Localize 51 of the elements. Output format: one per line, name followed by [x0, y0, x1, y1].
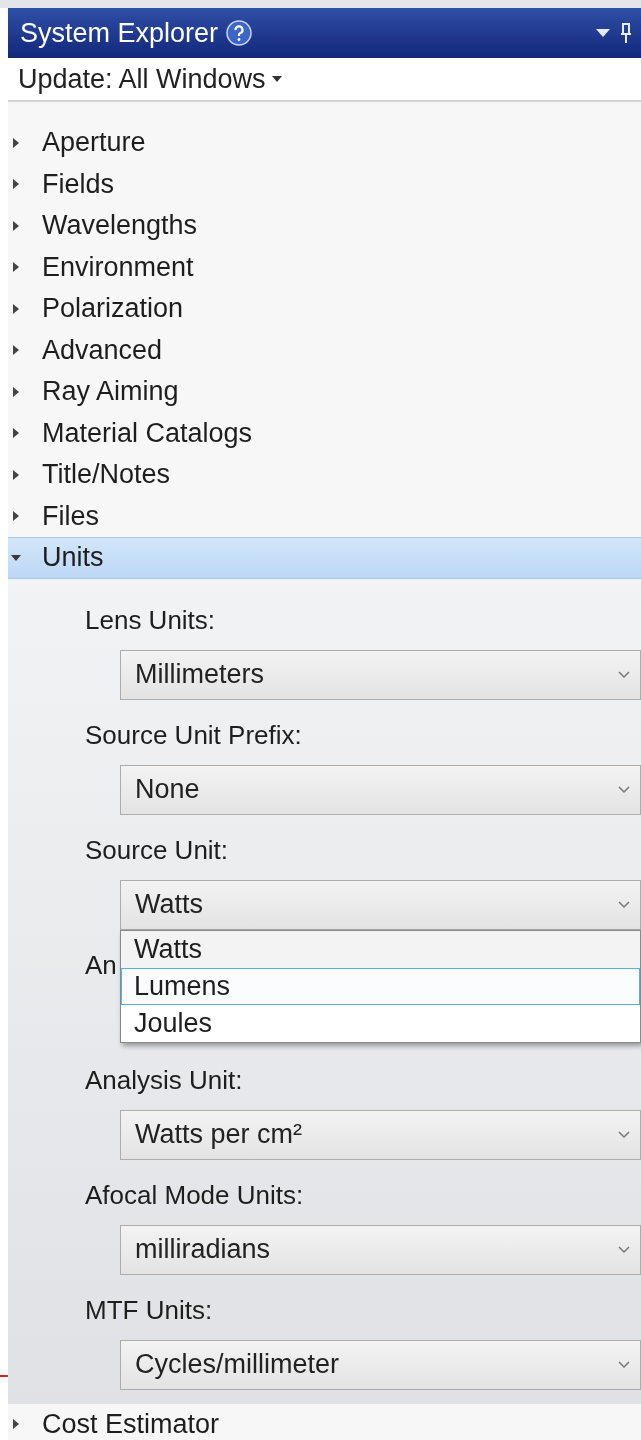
dropdown-icon[interactable] — [595, 28, 611, 38]
tree-label: Ray Aiming — [42, 376, 179, 408]
tree-item[interactable]: Aperture — [8, 122, 641, 164]
unit-dropdown[interactable]: milliradians — [120, 1224, 641, 1275]
chevron-icon — [618, 1245, 630, 1254]
tree-item[interactable]: Fields — [8, 163, 641, 205]
field-label: Afocal Mode Units: — [85, 1178, 304, 1212]
tree-item[interactable]: Units — [8, 537, 641, 579]
field-label: Source Unit: — [85, 833, 229, 867]
chevron-icon — [618, 1130, 630, 1139]
tree-item[interactable]: Material Catalogs — [8, 412, 641, 454]
caret-icon — [271, 76, 282, 82]
tree-label: Material Catalogs — [42, 417, 253, 449]
tree-item[interactable]: Polarization — [8, 288, 641, 330]
tree-label: Files — [42, 500, 99, 532]
unit-dropdown[interactable]: None — [120, 764, 641, 815]
tree-label: Polarization — [42, 293, 184, 325]
help-icon[interactable] — [226, 20, 253, 46]
tree-item[interactable]: Files — [8, 495, 641, 537]
unit-dropdown[interactable]: Watts per cm² — [120, 1109, 641, 1160]
unit-dropdown[interactable]: Watts — [120, 879, 641, 930]
tree-item[interactable]: Wavelengths — [8, 205, 641, 247]
pin-icon[interactable] — [619, 22, 633, 44]
tree-label: Fields — [42, 168, 115, 200]
chevron-icon — [618, 670, 630, 679]
unit-dropdown[interactable]: Cycles/millimeter — [120, 1339, 641, 1390]
tree-item[interactable]: Environment — [8, 246, 641, 288]
field-label: An — [85, 948, 117, 982]
tree-label: Wavelengths — [42, 210, 198, 242]
tree-item[interactable]: Title/Notes — [8, 454, 641, 496]
dropdown-option[interactable]: Lumens — [121, 967, 640, 1005]
chevron-icon — [618, 785, 630, 794]
dropdown-option[interactable]: Watts — [121, 930, 640, 968]
field-label: Lens Units: — [85, 603, 216, 637]
chevron-icon — [618, 900, 630, 909]
tree-item[interactable]: Cost Estimator — [8, 1403, 641, 1440]
tree-label: Units — [42, 542, 104, 574]
dropdown-option[interactable]: Joules — [121, 1004, 640, 1042]
chevron-icon — [618, 1360, 630, 1369]
field-label: Source Unit Prefix: — [85, 718, 302, 752]
tree-label: Title/Notes — [42, 459, 171, 491]
field-label: Analysis Unit: — [85, 1063, 243, 1097]
panel-title: System Explorer — [20, 17, 219, 49]
tree-item[interactable]: Advanced — [8, 329, 641, 371]
tree-item[interactable]: Ray Aiming — [8, 371, 641, 413]
tree-label: Advanced — [42, 334, 163, 366]
field-label: MTF Units: — [85, 1293, 213, 1327]
tree-label: Cost Estimator — [42, 1408, 220, 1440]
unit-dropdown[interactable]: Millimeters — [120, 649, 641, 700]
tree-label: Aperture — [42, 127, 146, 159]
tree-label: Environment — [42, 251, 194, 283]
